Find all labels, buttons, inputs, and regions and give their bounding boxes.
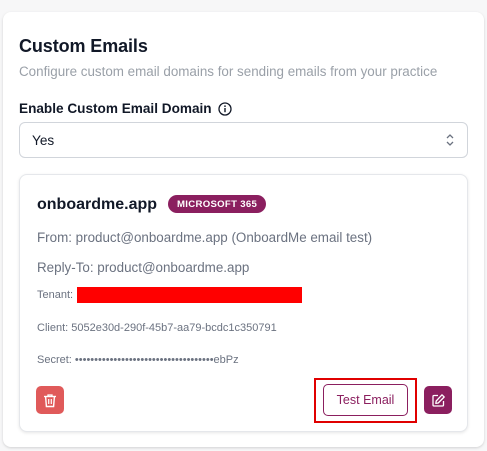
tenant-redaction — [77, 287, 302, 303]
trash-icon — [44, 393, 56, 407]
client-id: Client: 5052e30d-290f-45b7-aa79-bcdc1c35… — [37, 322, 277, 334]
section-subtitle: Configure custom email domains for sendi… — [19, 64, 438, 79]
field-label-text: Enable Custom Email Domain — [19, 101, 212, 116]
tenant-label: Tenant: — [37, 289, 74, 301]
enable-custom-domain-select[interactable]: Yes — [19, 122, 468, 158]
delete-button[interactable] — [36, 386, 64, 414]
provider-badge: MICROSOFT 365 — [168, 195, 267, 213]
enable-custom-domain-label: Enable Custom Email Domain — [19, 101, 232, 116]
email-provider-card: onboardme.app MICROSOFT 365 From: produc… — [19, 174, 468, 432]
secret-value: Secret: ••••••••••••••••••••••••••••••••… — [37, 354, 239, 366]
pencil-icon — [431, 393, 445, 407]
select-value: Yes — [32, 132, 55, 148]
chevron-updown-icon — [446, 134, 454, 146]
provider-domain: onboardme.app — [37, 196, 158, 213]
reply-to-address: Reply-To: product@onboardme.app — [37, 260, 250, 275]
info-icon[interactable] — [217, 101, 232, 116]
section-title: Custom Emails — [19, 36, 148, 56]
from-address: From: product@onboardme.app (OnboardMe e… — [37, 230, 373, 245]
test-email-button[interactable]: Test Email — [323, 384, 408, 416]
edit-button[interactable] — [424, 386, 452, 414]
